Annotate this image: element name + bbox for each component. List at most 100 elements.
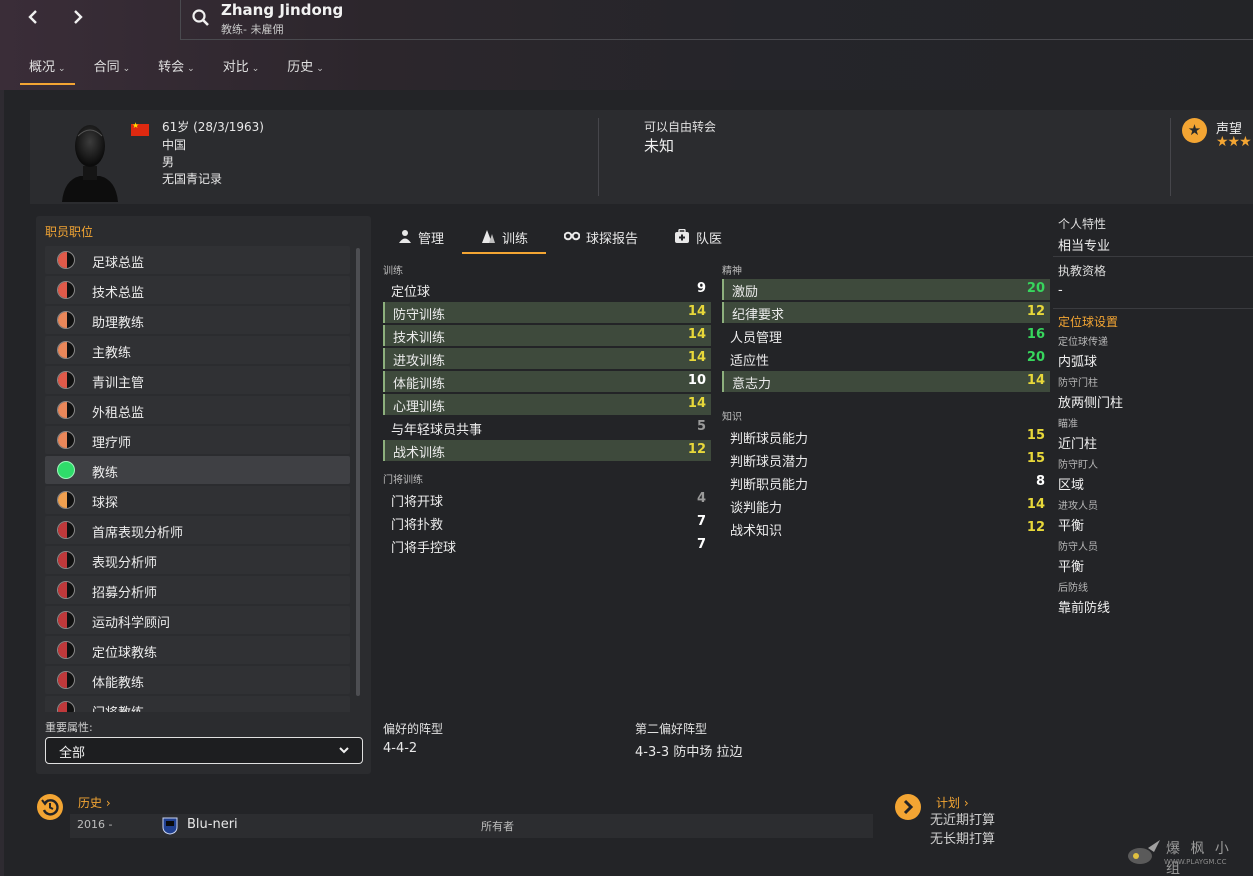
tab-training[interactable]: 训练: [462, 218, 547, 254]
attribute-value: 14: [687, 327, 706, 342]
attribute-value: 8: [1035, 474, 1045, 489]
role-row[interactable]: 教练: [45, 456, 350, 484]
key-attributes-select[interactable]: 全部: [45, 737, 363, 764]
role-row[interactable]: 体能教练: [45, 666, 350, 694]
attribute-name: 定位球: [391, 285, 431, 300]
search-box[interactable]: Zhang Jindong 教练- 未雇佣: [180, 0, 1253, 40]
tab-scouting[interactable]: 球探报告: [546, 218, 656, 254]
attribute-value: 15: [1026, 428, 1045, 443]
forward-arrow-icon[interactable]: [63, 4, 93, 32]
role-row[interactable]: 技术总监: [45, 276, 350, 304]
personality-label: 个人特性: [1058, 217, 1107, 231]
attribute-row[interactable]: 技术训练 14: [383, 325, 711, 346]
setpiece-label: 防守门柱: [1058, 378, 1098, 389]
role-suitability-fill: [58, 492, 67, 508]
role-row[interactable]: 青训主管: [45, 366, 350, 394]
setpiece-value: 内弧球: [1058, 355, 1098, 370]
attribute-row[interactable]: 判断球员潜力 15: [722, 449, 1050, 470]
setpiece-value: 平衡: [1058, 560, 1085, 575]
role-row[interactable]: 定位球教练: [45, 636, 350, 664]
setpiece-label: 进攻人员: [1058, 501, 1098, 512]
personality-value: 相当专业: [1058, 239, 1111, 254]
role-row[interactable]: 门将教练: [45, 696, 350, 712]
setpiece-value: 近门柱: [1058, 437, 1098, 452]
attribute-row[interactable]: 纪律要求 12: [722, 302, 1050, 323]
role-suitability-icon: [57, 581, 75, 599]
attribute-name: 判断球员能力: [730, 432, 809, 447]
back-arrow-icon[interactable]: [18, 4, 48, 32]
attribute-row[interactable]: 防守训练 14: [383, 302, 711, 323]
role-row[interactable]: 表现分析师: [45, 546, 350, 574]
search-icon[interactable]: [191, 8, 211, 28]
attribute-row[interactable]: 体能训练 10: [383, 371, 711, 392]
role-row[interactable]: 助理教练: [45, 306, 350, 334]
role-suitability-icon: [57, 461, 75, 479]
role-row[interactable]: 足球总监: [45, 246, 350, 274]
attribute-name: 战术训练: [393, 446, 446, 461]
tab-medical[interactable]: 队医: [656, 218, 740, 254]
roles-scrollbar[interactable]: [356, 248, 360, 696]
attribute-row[interactable]: 战术知识 12: [722, 518, 1050, 539]
tab-history[interactable]: 历史 ⌄: [276, 52, 335, 82]
club-badge-icon: [162, 817, 178, 835]
attribute-row[interactable]: 人员管理 16: [722, 325, 1050, 346]
attribute-row[interactable]: 战术训练 12: [383, 440, 711, 461]
role-label: 运动科学顾问: [92, 616, 171, 631]
attribute-value: 14: [687, 350, 706, 365]
role-row[interactable]: 首席表现分析师: [45, 516, 350, 544]
tab-transfer[interactable]: 转会 ⌄: [147, 52, 206, 82]
main-tabs: 概况 ⌄ 合同 ⌄ 转会 ⌄ 对比 ⌄ 历史 ⌄: [18, 52, 341, 85]
attribute-row[interactable]: 门将扑救 7: [383, 512, 711, 533]
role-label: 首席表现分析师: [92, 526, 184, 541]
attribute-value: 10: [687, 373, 706, 388]
attribute-row[interactable]: 意志力 14: [722, 371, 1050, 392]
attribute-row[interactable]: 门将手控球 7: [383, 535, 711, 556]
role-suitability-fill: [58, 402, 67, 418]
role-row[interactable]: 理疗师: [45, 426, 350, 454]
attribute-value: 12: [687, 442, 706, 457]
attribute-name: 战术知识: [730, 524, 783, 539]
role-row[interactable]: 运动科学顾问: [45, 606, 350, 634]
role-label: 主教练: [92, 346, 132, 361]
second-formation-value: 4-3-3 防中场 拉边: [635, 745, 743, 760]
history-row[interactable]: 2016 - Blu-neri 所有者: [70, 814, 873, 838]
attribute-row[interactable]: 判断球员能力 15: [722, 426, 1050, 447]
binoculars-icon: [564, 231, 581, 241]
tab-compare[interactable]: 对比 ⌄: [212, 52, 271, 82]
roles-list[interactable]: 足球总监技术总监助理教练主教练青训主管 外租总监 理疗师教练球探首席表现分析师表现分…: [45, 246, 350, 712]
tab-management[interactable]: 管理: [380, 218, 462, 254]
attribute-row[interactable]: 适应性 20: [722, 348, 1050, 369]
attribute-row[interactable]: 判断职员能力 8: [722, 472, 1050, 493]
history-icon[interactable]: [37, 794, 63, 820]
attribute-row[interactable]: 定位球 9: [383, 279, 711, 300]
attribute-row[interactable]: 心理训练 14: [383, 394, 711, 415]
attribute-value: 20: [1026, 350, 1045, 365]
role-suitability-fill: [58, 372, 67, 388]
attribute-row[interactable]: 进攻训练 14: [383, 348, 711, 369]
tab-contract[interactable]: 合同 ⌄: [83, 52, 142, 82]
history-link[interactable]: 历史 ›: [78, 794, 111, 811]
chevron-right-icon: ›: [105, 796, 111, 810]
short-term-plan: 无近期打算: [930, 813, 996, 828]
role-label: 教练: [92, 466, 119, 481]
attribute-row[interactable]: 与年轻球员共事 5: [383, 417, 711, 438]
role-row[interactable]: 球探: [45, 486, 350, 514]
attribute-row[interactable]: 门将开球 4: [383, 489, 711, 510]
role-suitability-icon: [57, 371, 75, 389]
history-role: 所有者: [481, 820, 514, 833]
role-label: 技术总监: [92, 286, 145, 301]
role-row[interactable]: 外租总监: [45, 396, 350, 424]
role-row[interactable]: 招募分析师: [45, 576, 350, 604]
key-attributes-label: 重要属性:: [45, 721, 93, 734]
preferred-formation-label: 偏好的阵型: [383, 722, 444, 736]
club-name[interactable]: Blu-neri: [187, 817, 238, 832]
attribute-name: 意志力: [732, 377, 772, 392]
plans-arrow-icon[interactable]: [895, 794, 921, 820]
attribute-row[interactable]: 谈判能力 14: [722, 495, 1050, 516]
profile-bar: 61岁 (28/3/1963) 中国 男 无国青记录 可以自由转会 未知 ★ 声…: [30, 110, 1253, 204]
tab-overview[interactable]: 概况 ⌄: [18, 52, 77, 85]
top-header: Zhang Jindong 教练- 未雇佣 概况 ⌄ 合同 ⌄ 转会 ⌄ 对比 ⌄ 历史…: [0, 0, 1253, 90]
role-row[interactable]: 主教练: [45, 336, 350, 364]
attribute-row[interactable]: 激励 20: [722, 279, 1050, 300]
attribute-value: 20: [1026, 281, 1045, 296]
